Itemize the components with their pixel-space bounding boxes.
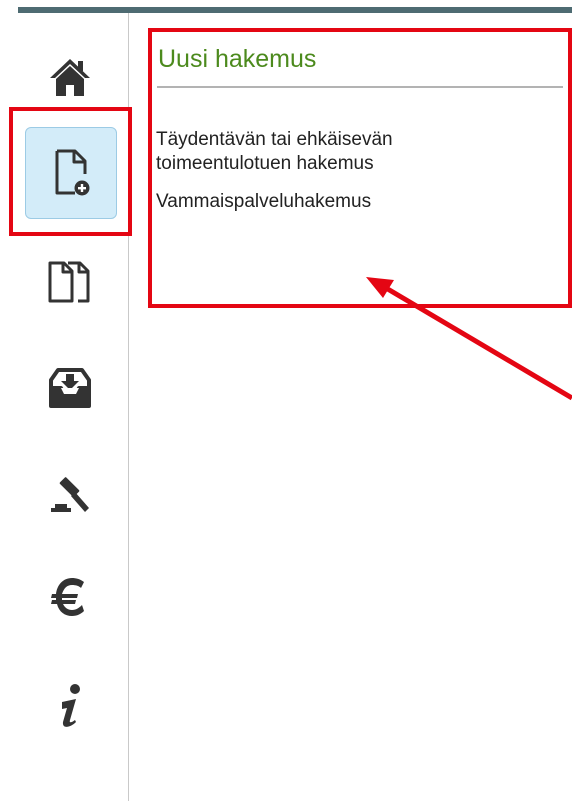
annotation-arrow [366,277,572,401]
app-page: Uusi hakemus Täydentävän tai ehkäisevän … [0,0,572,801]
